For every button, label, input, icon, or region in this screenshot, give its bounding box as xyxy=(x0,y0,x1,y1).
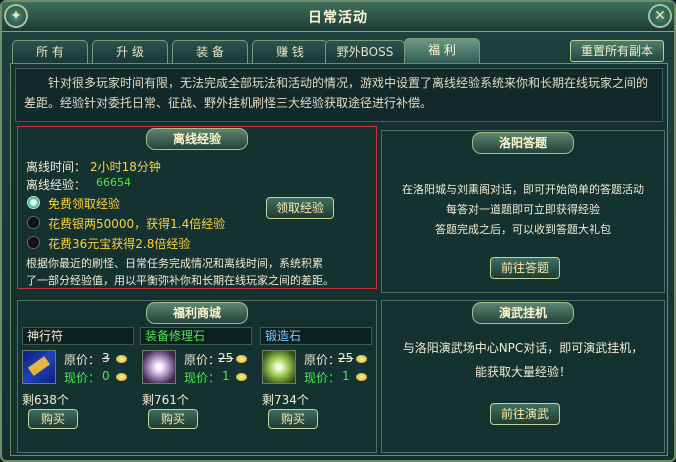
price-label: 原价： xyxy=(184,353,221,367)
martial-line2: 能获取大量经验！ xyxy=(474,365,571,379)
go-quiz-button[interactable]: 前往答题 xyxy=(490,257,560,279)
ingot-icon xyxy=(356,355,367,363)
offline-exp-panel: 离线经验 离线时间： 2小时18分钟 离线经验： 66654 免费领取经验 花费… xyxy=(17,126,377,289)
martial-idle-panel: 演武挂机 与洛阳演武场中心NPC对话，即可演武挂机， 能获取大量经验！ 前往演武 xyxy=(381,300,665,453)
offline-exp-title: 离线经验 xyxy=(145,128,248,150)
title-bar: ✦ 日常活动 ✕ xyxy=(2,2,674,32)
offline-desc-line2: 了一部分经验值，用以平衡弥补你和长期在线玩家之间的差距。 xyxy=(26,274,334,287)
ingot-icon xyxy=(236,355,247,363)
martial-line1: 与洛阳演武场中心NPC对话，即可演武挂机， xyxy=(402,341,644,355)
forging-stone-item-icon[interactable] xyxy=(262,350,296,384)
welfare-shop-panel: 福利商城 神行符 原价： 3 现价： 0 剩638个 购买 装备修理石 原价： … xyxy=(17,300,377,453)
current-price-label: 现价： xyxy=(184,371,221,385)
tab-welfare[interactable]: 福 利 xyxy=(404,38,480,64)
repair-stone-item-icon[interactable] xyxy=(142,350,176,384)
stock-count: 剩761个 xyxy=(142,393,189,407)
welfare-shop-title: 福利商城 xyxy=(145,302,248,324)
window-title: 日常活动 xyxy=(308,10,368,26)
current-price: 1 xyxy=(342,369,350,383)
tab-level-up[interactable]: 升 级 xyxy=(92,40,168,64)
option-ingot-label: 花费36元宝获得2.8倍经验 xyxy=(48,237,191,251)
option-silver-radio[interactable] xyxy=(27,216,40,229)
quiz-line1: 在洛阳城与刘熏阁对话，即可开始简单的答题活动 xyxy=(402,183,644,196)
offline-time-value: 2小时18分钟 xyxy=(90,160,161,174)
offline-desc-line1: 根据你最近的刷怪、日常任务完成情况和离线时间，系统积累 xyxy=(26,257,323,270)
current-price: 1 xyxy=(222,369,230,383)
close-icon[interactable]: ✕ xyxy=(648,4,672,28)
offline-exp-value: 66654 xyxy=(96,176,131,189)
tab-equipment[interactable]: 装 备 xyxy=(172,40,248,64)
option-ingot-radio[interactable] xyxy=(27,236,40,249)
buy-button[interactable]: 购买 xyxy=(148,409,198,429)
original-price: 25 xyxy=(218,351,234,365)
quiz-line3: 答题完成之后，可以收到答题大礼包 xyxy=(435,223,611,236)
option-free-label: 免费领取经验 xyxy=(48,197,121,211)
option-silver-label: 花费银两50000，获得1.4倍经验 xyxy=(48,217,226,231)
luoyang-quiz-panel: 洛阳答题 在洛阳城与刘熏阁对话，即可开始简单的答题活动 每答对一道题即可立即获得… xyxy=(381,130,665,293)
shop-item-name: 神行符 xyxy=(22,327,134,345)
daily-activity-window: ✦ 日常活动 ✕ 所 有 升 级 装 备 赚 钱 野外BOSS 福 利 重置所有… xyxy=(0,0,676,462)
content-area: 针对很多玩家时间有限，无法完成全部玩法和活动的情况，游戏中设置了离线经验系统来你… xyxy=(10,63,668,456)
ingot-icon xyxy=(356,373,367,381)
quiz-line2: 每答对一道题即可立即获得经验 xyxy=(446,203,600,216)
ingot-icon xyxy=(236,373,247,381)
buy-button[interactable]: 购买 xyxy=(268,409,318,429)
stock-count: 剩734个 xyxy=(262,393,309,407)
intro-text: 针对很多玩家时间有限，无法完成全部玩法和活动的情况，游戏中设置了离线经验系统来你… xyxy=(15,68,663,122)
price-label: 原价： xyxy=(304,353,341,367)
tab-earn-money[interactable]: 赚 钱 xyxy=(252,40,328,64)
martial-idle-title: 演武挂机 xyxy=(471,302,574,324)
original-price: 25 xyxy=(338,351,354,365)
price-label: 原价： xyxy=(64,353,101,367)
current-price: 0 xyxy=(102,369,110,383)
offline-exp-label: 离线经验： xyxy=(26,178,87,192)
luoyang-quiz-title: 洛阳答题 xyxy=(471,132,574,154)
divine-talisman-item-icon[interactable] xyxy=(22,350,56,384)
reset-all-dungeons-button[interactable]: 重置所有副本 xyxy=(570,40,664,62)
original-price: 3 xyxy=(102,351,110,365)
shop-item-name: 锻造石 xyxy=(260,327,372,345)
buy-button[interactable]: 购买 xyxy=(28,409,78,429)
claim-exp-button[interactable]: 领取经验 xyxy=(266,197,334,219)
option-free-radio[interactable] xyxy=(27,196,40,209)
offline-time-label: 离线时间： xyxy=(26,160,87,174)
ingot-icon xyxy=(116,373,127,381)
tab-all[interactable]: 所 有 xyxy=(12,40,88,64)
stock-count: 剩638个 xyxy=(22,393,69,407)
shop-item-name: 装备修理石 xyxy=(140,327,252,345)
ingot-icon xyxy=(116,355,127,363)
current-price-label: 现价： xyxy=(304,371,341,385)
go-martial-button[interactable]: 前往演武 xyxy=(490,403,560,425)
current-price-label: 现价： xyxy=(64,371,101,385)
tab-field-boss[interactable]: 野外BOSS xyxy=(325,40,405,64)
